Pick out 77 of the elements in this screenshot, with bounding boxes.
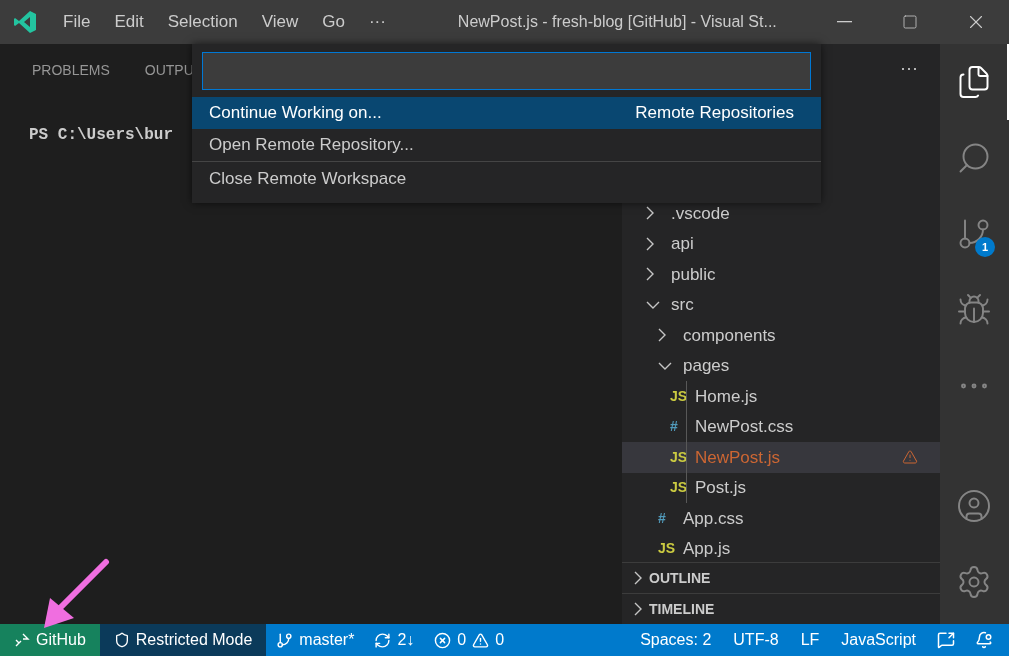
sync-label: 2↓ bbox=[397, 630, 415, 650]
activity-item[interactable]: 1 bbox=[940, 196, 1009, 272]
account-icon[interactable] bbox=[955, 488, 992, 524]
branch-icon bbox=[276, 631, 294, 649]
file-name: .vscode bbox=[671, 202, 730, 225]
file-type-icon: # bbox=[658, 507, 666, 529]
section-title: OUTLINE bbox=[649, 568, 711, 588]
quick-pick-item[interactable]: Close Remote Workspace bbox=[192, 161, 821, 195]
folder-item[interactable]: api bbox=[622, 228, 940, 259]
menu-item[interactable]: Edit bbox=[102, 9, 156, 35]
folder-item[interactable]: components bbox=[622, 320, 940, 351]
count-badge: 1 bbox=[975, 237, 995, 257]
menu-item[interactable]: Selection bbox=[155, 9, 250, 35]
file-name: App.js bbox=[683, 538, 731, 560]
warning-icon bbox=[472, 631, 490, 649]
more-actions-button[interactable]: ··· bbox=[900, 54, 918, 82]
tree-entry[interactable]: JS Home.js bbox=[622, 381, 940, 412]
file-name: App.css bbox=[683, 507, 744, 530]
problems-indicator[interactable]: 0 0 bbox=[424, 624, 515, 656]
file-name: components bbox=[683, 324, 776, 347]
folder-item[interactable]: .vscode bbox=[622, 198, 940, 229]
status-item[interactable]: LF bbox=[789, 624, 831, 656]
status-item[interactable]: Spaces: 2 bbox=[629, 624, 723, 656]
menu-item[interactable]: ··· bbox=[356, 9, 398, 35]
file-name: Post.js bbox=[695, 477, 747, 499]
tree-entry[interactable]: JS NewPost.js bbox=[622, 442, 940, 473]
file-name: src bbox=[671, 294, 694, 316]
file-name: Home.js bbox=[695, 385, 758, 408]
quick-pick-item[interactable]: Open Remote Repository... bbox=[192, 129, 821, 161]
quick-pick-item[interactable]: Continue Working on... Remote Repositories bbox=[192, 97, 821, 129]
file-type-icon: JS bbox=[670, 477, 688, 499]
file-name: public bbox=[671, 263, 716, 286]
remote-indicator[interactable]: GitHub bbox=[0, 624, 100, 656]
branch-label: master* bbox=[299, 630, 355, 650]
menu-item[interactable]: View bbox=[249, 9, 311, 35]
app-logo-icon bbox=[13, 10, 37, 34]
feedback-icon bbox=[937, 631, 955, 649]
file-name: NewPost.css bbox=[695, 416, 794, 438]
tree-entry[interactable]: # App.css bbox=[622, 503, 940, 534]
folder-item[interactable]: pages bbox=[622, 350, 940, 381]
restricted-mode-indicator[interactable]: Restricted Mode bbox=[99, 624, 267, 656]
file-type-icon: JS bbox=[670, 446, 688, 468]
file-type-icon: JS bbox=[658, 538, 676, 560]
sync-indicator[interactable]: 2↓ bbox=[364, 624, 425, 656]
error-icon bbox=[434, 631, 452, 649]
sync-icon bbox=[374, 631, 392, 649]
tree-entry[interactable]: JS App.js bbox=[622, 533, 940, 562]
quick-pick-input[interactable] bbox=[202, 52, 811, 90]
status-item[interactable]: JavaScript bbox=[830, 624, 927, 656]
file-type-icon: JS bbox=[670, 385, 688, 407]
remote-icon bbox=[14, 632, 30, 648]
remote-label: GitHub bbox=[36, 630, 86, 650]
tree-entry[interactable]: JS Post.js bbox=[622, 472, 940, 503]
panel-tab[interactable]: OUTPU bbox=[144, 60, 194, 96]
terminal-line: PS C:\Users\bur bbox=[29, 125, 174, 146]
file-name: NewPost.js bbox=[695, 446, 781, 469]
file-name: pages bbox=[683, 355, 730, 377]
section-title: TIMELINE bbox=[649, 599, 715, 619]
tree-entry[interactable]: # NewPost.css bbox=[622, 411, 940, 442]
shield-icon bbox=[113, 632, 130, 648]
warning-count: 0 bbox=[495, 630, 505, 650]
minimize-icon bbox=[836, 21, 852, 23]
maximize-icon bbox=[902, 14, 918, 30]
folder-item[interactable]: public bbox=[622, 259, 940, 290]
restricted-label: Restricted Mode bbox=[135, 630, 253, 650]
menu-item[interactable]: File bbox=[51, 9, 103, 35]
file-type-icon: # bbox=[670, 416, 678, 438]
window-title: NewPost.js - fresh-blog [GitHub] - Visual St... bbox=[457, 12, 777, 32]
section-header[interactable]: OUTLINE bbox=[622, 562, 940, 593]
error-count: 0 bbox=[457, 630, 467, 650]
folder-item[interactable]: src bbox=[622, 289, 940, 320]
panel-tab[interactable]: PROBLEMS bbox=[32, 60, 110, 96]
menu-item[interactable]: Go bbox=[310, 9, 357, 35]
branch-indicator[interactable]: master* bbox=[266, 624, 365, 656]
file-name: api bbox=[671, 233, 694, 255]
status-item[interactable]: UTF-8 bbox=[722, 624, 790, 656]
bell-icon bbox=[975, 631, 993, 649]
